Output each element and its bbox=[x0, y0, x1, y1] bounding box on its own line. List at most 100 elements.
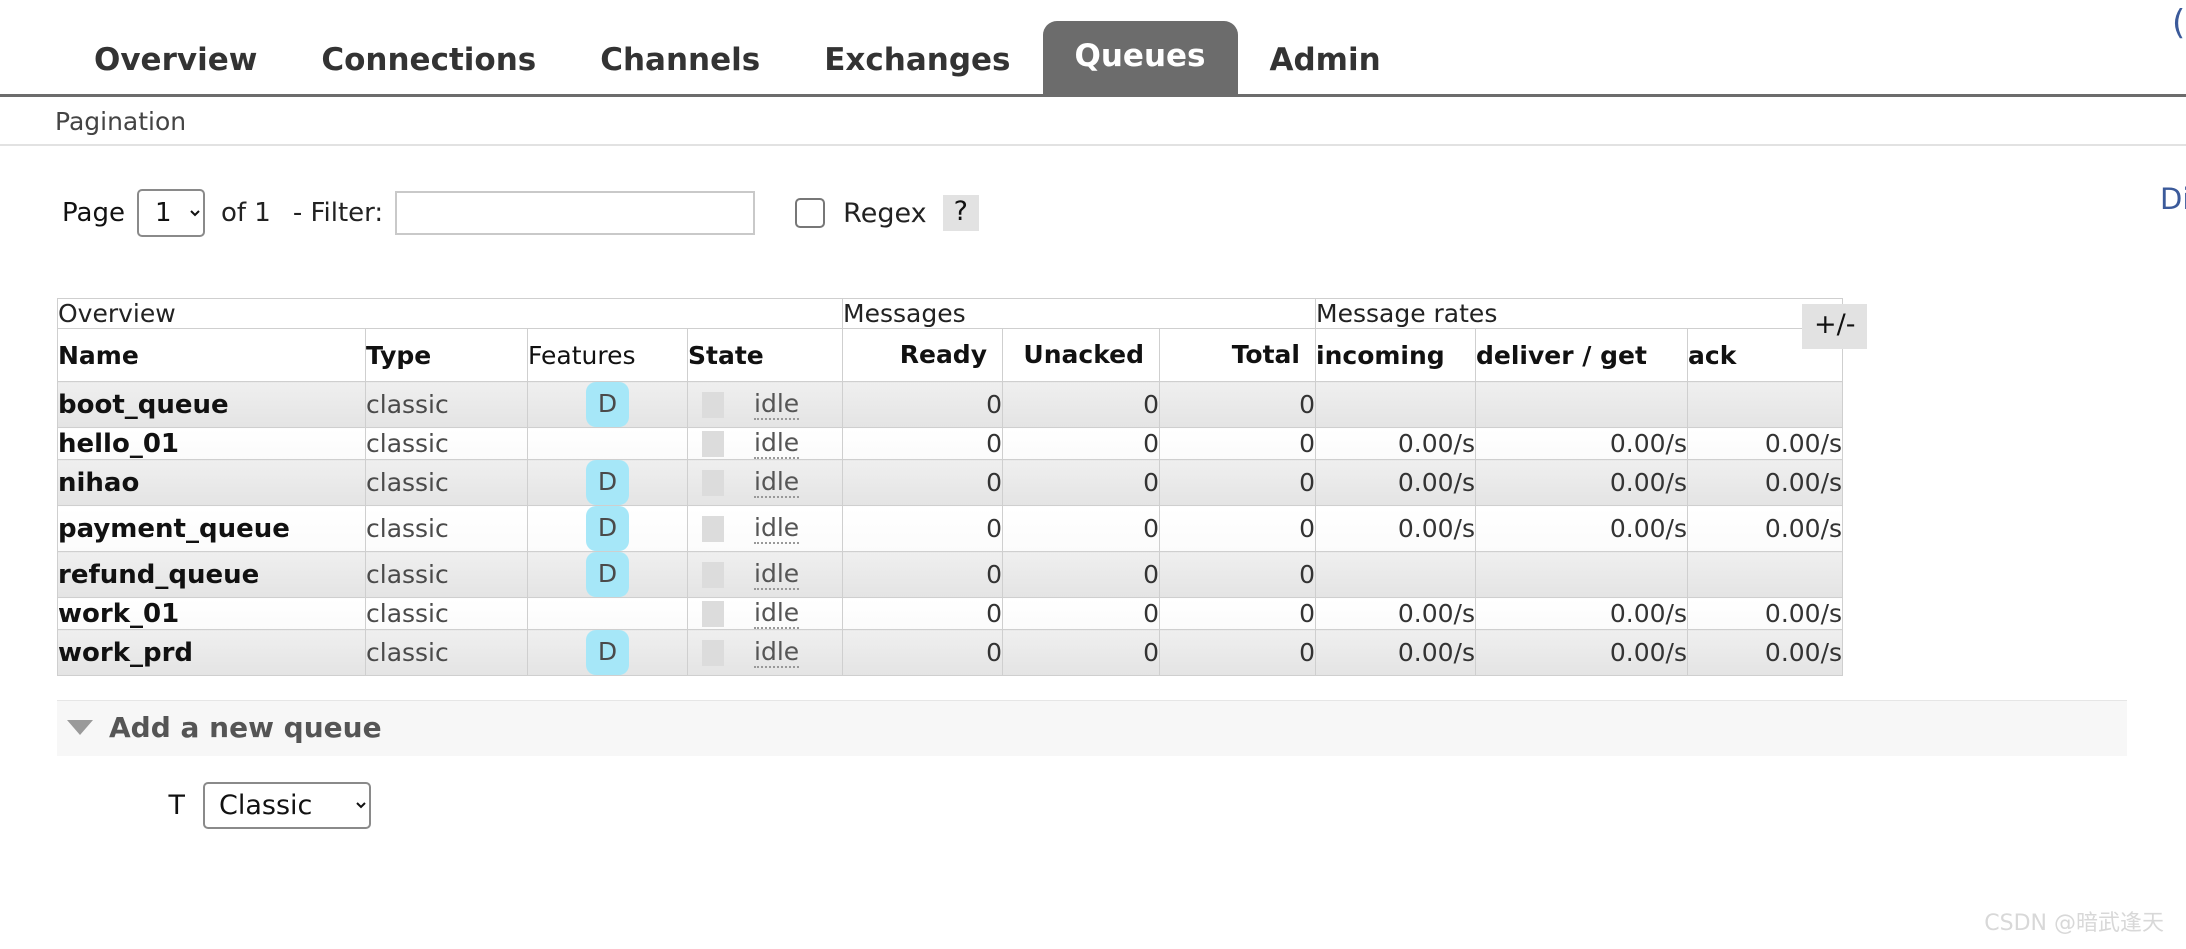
page-label: Page bbox=[62, 198, 125, 228]
cell-rate-incoming: 0.00/s bbox=[1315, 505, 1477, 552]
cell-messages-ready: 0 bbox=[842, 505, 1004, 552]
cell-rate-ack bbox=[1687, 551, 1844, 598]
cell-rate-incoming: 0.00/s bbox=[1315, 427, 1477, 460]
cell-messages-ready: 0 bbox=[842, 427, 1004, 460]
state-indicator-group: idle bbox=[688, 598, 842, 629]
cell-queue-features: D bbox=[527, 381, 688, 428]
cell-queue-features: D bbox=[527, 629, 688, 676]
page-select[interactable]: 1 bbox=[136, 189, 205, 237]
cell-rate-deliver-get: 0.00/s bbox=[1475, 597, 1689, 630]
cell-queue-name[interactable]: hello_01 bbox=[57, 427, 366, 460]
table-row: boot_queue classic Didle 0 0 0 bbox=[57, 381, 1844, 428]
watermark-text: CSDN @暗武逢天 bbox=[1984, 911, 2164, 936]
durable-badge[interactable]: D bbox=[585, 506, 630, 551]
cell-messages-total: 0 bbox=[1159, 427, 1317, 460]
column-header-total[interactable]: Total bbox=[1159, 328, 1317, 382]
state-label: idle bbox=[754, 389, 800, 420]
cell-rate-deliver-get: 0.00/s bbox=[1475, 427, 1689, 460]
queues-table-body: boot_queue classic Didle 0 0 0 hello_01 classic… bbox=[57, 381, 1844, 676]
cell-messages-total: 0 bbox=[1159, 459, 1317, 506]
cell-queue-features bbox=[527, 427, 688, 460]
column-header-state[interactable]: State bbox=[686, 328, 844, 382]
queues-table: Overview Messages Message rates Name Typ… bbox=[56, 298, 1844, 676]
cell-messages-unacked: 0 bbox=[1002, 597, 1161, 630]
cell-queue-name[interactable]: refund_queue bbox=[57, 551, 366, 598]
filter-label: - Filter: bbox=[292, 198, 384, 228]
cell-rate-ack bbox=[1687, 381, 1844, 428]
cell-messages-total: 0 bbox=[1159, 597, 1317, 630]
state-indicator-group: idle bbox=[688, 637, 842, 668]
cell-rate-deliver-get bbox=[1475, 551, 1689, 598]
group-header-overview: Overview bbox=[56, 298, 844, 329]
tab-queues[interactable]: Queues bbox=[1042, 21, 1238, 94]
cell-queue-type: classic bbox=[365, 505, 528, 552]
cell-messages-ready: 0 bbox=[842, 551, 1004, 598]
cell-messages-unacked: 0 bbox=[1002, 459, 1161, 506]
cell-messages-total: 0 bbox=[1159, 629, 1317, 676]
cell-queue-name[interactable]: work_01 bbox=[57, 597, 366, 630]
cell-queue-name[interactable]: nihao bbox=[57, 459, 366, 506]
cell-queue-state: idle bbox=[686, 597, 844, 630]
cell-queue-state: idle bbox=[686, 459, 844, 506]
column-header-ready[interactable]: Ready bbox=[842, 328, 1004, 382]
cell-rate-ack: 0.00/s bbox=[1687, 597, 1844, 630]
durable-badge[interactable]: D bbox=[585, 630, 630, 675]
column-header-features: Features bbox=[527, 328, 688, 382]
table-row: payment_queue classic Didle 0 0 0 0.00/s 0.00/s… bbox=[57, 505, 1844, 552]
state-label: idle bbox=[754, 428, 800, 459]
tab-connections[interactable]: Connections bbox=[289, 31, 568, 94]
regex-help-button[interactable]: ? bbox=[942, 194, 979, 232]
regex-checkbox[interactable] bbox=[795, 198, 826, 228]
durable-badge[interactable]: D bbox=[585, 382, 630, 427]
durable-badge[interactable]: D bbox=[585, 552, 630, 597]
cell-rate-ack: 0.00/s bbox=[1687, 427, 1844, 460]
table-row: work_01 classic idle 0 0 0 0.00/s 0.00/s 0.00/s bbox=[57, 597, 1844, 630]
cell-queue-name[interactable]: payment_queue bbox=[57, 505, 366, 552]
cell-messages-ready: 0 bbox=[842, 381, 1004, 428]
cell-queue-name[interactable]: work_prd bbox=[57, 629, 366, 676]
tab-overview[interactable]: Overview bbox=[62, 31, 289, 94]
cell-queue-features: D bbox=[527, 551, 688, 598]
clipped-corner-glyph: ( bbox=[2172, 3, 2186, 43]
cell-messages-unacked: 0 bbox=[1002, 551, 1161, 598]
cell-queue-state: idle bbox=[686, 629, 844, 676]
tab-admin[interactable]: Admin bbox=[1238, 31, 1413, 94]
column-header-incoming[interactable]: incoming bbox=[1315, 328, 1477, 382]
page-total-text: of 1 bbox=[220, 198, 271, 228]
main-navigation-bar: Overview Connections Channels Exchanges … bbox=[0, 0, 2186, 97]
tab-exchanges[interactable]: Exchanges bbox=[792, 31, 1042, 94]
state-indicator-group: idle bbox=[688, 389, 842, 420]
add-queue-section-header[interactable]: Add a new queue bbox=[57, 700, 2127, 756]
cell-queue-type: classic bbox=[365, 381, 528, 428]
cell-queue-name[interactable]: boot_queue bbox=[57, 381, 366, 428]
column-header-deliver-get[interactable]: deliver / get bbox=[1475, 328, 1689, 382]
cell-rate-deliver-get bbox=[1475, 381, 1689, 428]
state-square-icon bbox=[702, 639, 724, 666]
tab-channels[interactable]: Channels bbox=[568, 31, 792, 94]
group-header-message-rates: Message rates bbox=[1315, 298, 1844, 329]
filter-input[interactable] bbox=[395, 191, 756, 235]
cell-queue-type: classic bbox=[365, 597, 528, 630]
nav-tab-list: Overview Connections Channels Exchanges … bbox=[0, 0, 2186, 94]
cell-rate-incoming: 0.00/s bbox=[1315, 597, 1477, 630]
chevron-down-icon[interactable] bbox=[67, 720, 93, 735]
add-queue-type-select[interactable]: Classic bbox=[203, 782, 371, 829]
cell-rate-ack: 0.00/s bbox=[1687, 459, 1844, 506]
state-label: idle bbox=[754, 637, 800, 668]
regex-label: Regex bbox=[843, 197, 927, 229]
cell-rate-deliver-get: 0.00/s bbox=[1475, 629, 1689, 676]
cell-messages-unacked: 0 bbox=[1002, 381, 1161, 428]
durable-badge[interactable]: D bbox=[585, 460, 630, 505]
column-toggle-button[interactable]: +/- bbox=[1802, 304, 1868, 349]
column-header-unacked[interactable]: Unacked bbox=[1002, 328, 1161, 382]
table-row: work_prd classic Didle 0 0 0 0.00/s 0.00/s 0.00/… bbox=[57, 629, 1844, 676]
column-header-name[interactable]: Name bbox=[57, 328, 366, 382]
table-row: hello_01 classic idle 0 0 0 0.00/s 0.00/s 0.00/s bbox=[57, 427, 1844, 460]
pagination-controls: Page 1 of 1 - Filter: Regex ? Di bbox=[0, 146, 2186, 244]
cell-queue-type: classic bbox=[365, 427, 528, 460]
state-square-icon bbox=[702, 600, 724, 627]
column-header-type[interactable]: Type bbox=[365, 328, 528, 382]
add-queue-type-row: T Classic bbox=[57, 782, 2186, 829]
cell-queue-features bbox=[527, 597, 688, 630]
cell-queue-type: classic bbox=[365, 551, 528, 598]
